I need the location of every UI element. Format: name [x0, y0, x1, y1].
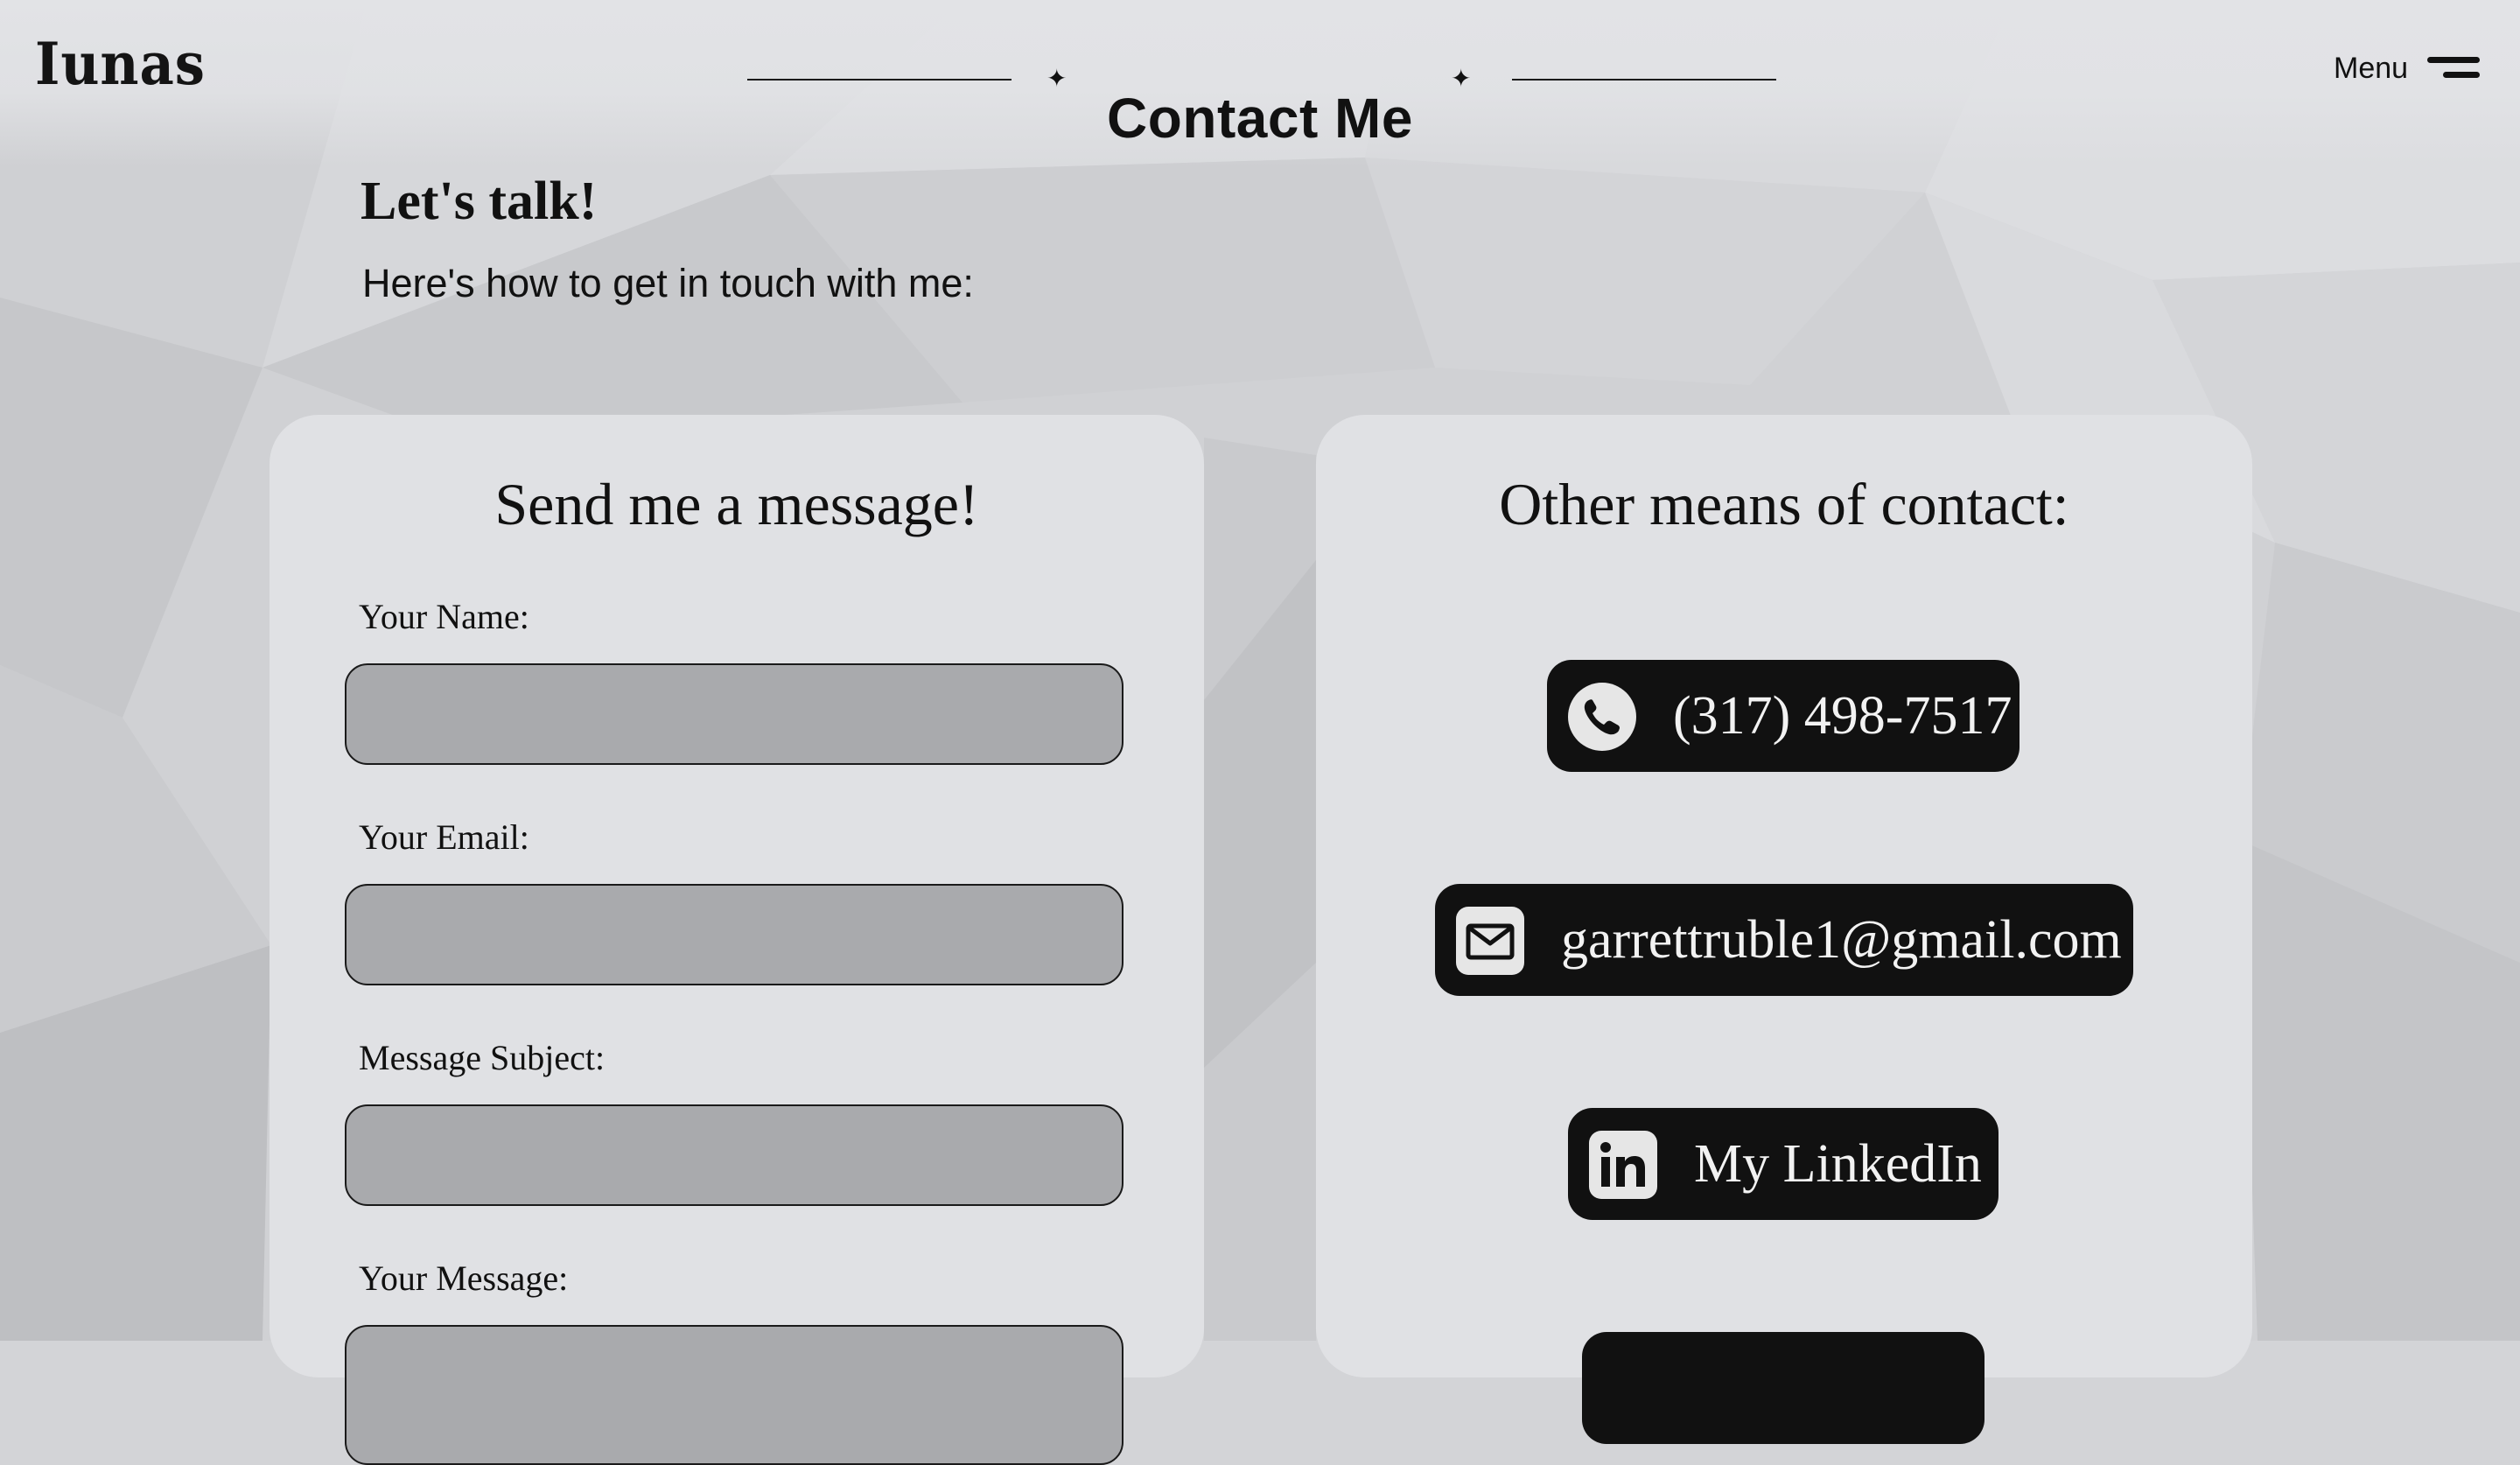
email-contact-button[interactable]: garrettruble1@gmail.com: [1435, 884, 2133, 996]
name-field-label: Your Name:: [359, 597, 529, 636]
site-logo[interactable]: Iunas: [35, 30, 206, 98]
page-title: Contact Me: [1107, 86, 1413, 150]
menu-button[interactable]: Menu: [2328, 48, 2485, 92]
linkedin-icon: [1589, 1131, 1657, 1199]
site-header: Iunas ✦ Contact Me ✦ Menu: [0, 0, 2520, 158]
subject-input[interactable]: [345, 1104, 1124, 1206]
intro-section: Let's talk! Here's how to get in touch w…: [360, 166, 974, 308]
title-divider-right: [1512, 79, 1776, 81]
intro-heading: Let's talk!: [360, 172, 598, 231]
page-title-block: ✦ Contact Me ✦: [744, 35, 1776, 150]
email-field-label: Your Email:: [359, 817, 529, 857]
message-form-card: Send me a message! Your Name: Your Email…: [270, 415, 1204, 1465]
sparkle-icon: ✦: [1451, 65, 1472, 92]
form-card-title: Send me a message!: [494, 471, 979, 537]
menu-label: Menu: [2334, 52, 2409, 85]
message-field-label: Your Message:: [359, 1258, 569, 1298]
name-input[interactable]: [345, 663, 1124, 765]
more-contact-button[interactable]: [1582, 1332, 1984, 1444]
contact-card-title: Other means of contact:: [1499, 471, 2069, 537]
email-input[interactable]: [345, 884, 1124, 985]
phone-contact-button[interactable]: (317) 498-7517: [1547, 660, 2020, 772]
linkedin-contact-button[interactable]: My LinkedIn: [1568, 1108, 1998, 1220]
sparkle-icon: ✦: [1046, 65, 1068, 92]
email-icon: [1456, 907, 1524, 975]
linkedin-text: My LinkedIn: [1694, 1134, 1982, 1194]
hamburger-menu-icon: [2426, 57, 2480, 83]
message-textarea[interactable]: [345, 1325, 1124, 1465]
phone-number-text: (317) 498-7517: [1673, 686, 2012, 746]
phone-icon: [1568, 683, 1636, 751]
title-divider-left: [747, 79, 1012, 81]
email-address-text: garrettruble1@gmail.com: [1561, 910, 2122, 970]
subject-field-label: Message Subject:: [359, 1038, 606, 1077]
intro-subtext: Here's how to get in touch with me:: [362, 261, 974, 305]
contact-methods-card: Other means of contact: (317) 498-7517 g…: [1316, 415, 2252, 1444]
